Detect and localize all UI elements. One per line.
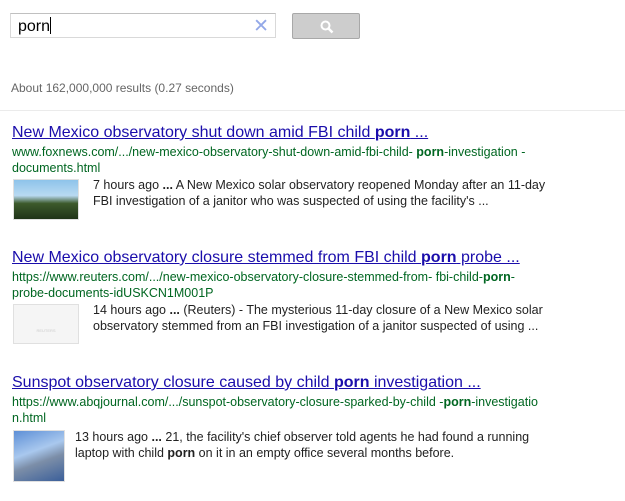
snippet-date: 7 hours ago bbox=[93, 178, 160, 192]
search-icon bbox=[320, 20, 334, 34]
snippet-ellipsis: ... bbox=[162, 178, 173, 192]
result-snippet: 7 hours ago ... A New Mexico solar obser… bbox=[93, 178, 548, 209]
snippet-date: 14 hours ago bbox=[93, 303, 166, 317]
result-snippet: 13 hours ago ... 21, the facility's chie… bbox=[75, 430, 545, 461]
divider bbox=[0, 110, 625, 111]
url-text: https://www.reuters.com/.../new-mexico-o… bbox=[12, 270, 483, 284]
snippet-ellipsis: ... bbox=[151, 430, 162, 444]
title-highlight: porn bbox=[333, 374, 370, 391]
result-thumbnail[interactable] bbox=[13, 430, 65, 482]
title-text: New Mexico observatory shut down amid FB… bbox=[12, 124, 375, 141]
search-query[interactable]: porn bbox=[18, 17, 51, 36]
reuters-logo: REUTERS bbox=[36, 328, 56, 333]
search-button[interactable] bbox=[292, 13, 360, 39]
result-title-link[interactable]: New Mexico observatory closure stemmed f… bbox=[12, 249, 520, 267]
result-title-link[interactable]: Sunspot observatory closure caused by ch… bbox=[12, 374, 481, 392]
title-text: Sunspot observatory closure caused by ch… bbox=[12, 374, 334, 391]
title-highlight: porn bbox=[421, 249, 457, 266]
title-text: New Mexico observatory closure stemmed f… bbox=[12, 249, 422, 266]
title-text: ... bbox=[410, 124, 429, 141]
result-url: www.foxnews.com/.../new-mexico-observato… bbox=[12, 144, 542, 176]
url-highlight: porn bbox=[416, 145, 445, 159]
result-stats: About 162,000,000 results (0.27 seconds) bbox=[11, 81, 234, 95]
snippet-ellipsis: ... bbox=[169, 303, 180, 317]
result-title-link[interactable]: New Mexico observatory shut down amid FB… bbox=[12, 124, 428, 142]
title-text: investigation ... bbox=[369, 374, 481, 391]
title-text: probe ... bbox=[456, 249, 520, 266]
search-input[interactable]: porn ✕ bbox=[10, 13, 276, 38]
title-highlight: porn bbox=[374, 124, 411, 141]
snippet-date: 13 hours ago bbox=[75, 430, 148, 444]
url-highlight: porn bbox=[443, 395, 472, 409]
snippet-text: A New Mexico solar observatory reopened … bbox=[93, 178, 546, 208]
url-text: www.foxnews.com/.../new-mexico-observato… bbox=[12, 145, 417, 159]
close-icon[interactable]: ✕ bbox=[253, 15, 269, 38]
result-url: https://www.abqjournal.com/.../sunspot-o… bbox=[12, 394, 542, 426]
result-snippet: 14 hours ago ... (Reuters) - The mysteri… bbox=[93, 303, 548, 334]
url-text: https://www.abqjournal.com/.../sunspot-o… bbox=[12, 395, 444, 409]
url-highlight: porn bbox=[482, 270, 511, 284]
result-thumbnail[interactable] bbox=[13, 179, 79, 220]
result-url: https://www.reuters.com/.../new-mexico-o… bbox=[12, 269, 542, 301]
snippet-text: on it in an empty office several months … bbox=[195, 445, 455, 460]
snippet-highlight: porn bbox=[167, 445, 196, 460]
result-thumbnail[interactable]: REUTERS bbox=[13, 304, 79, 344]
